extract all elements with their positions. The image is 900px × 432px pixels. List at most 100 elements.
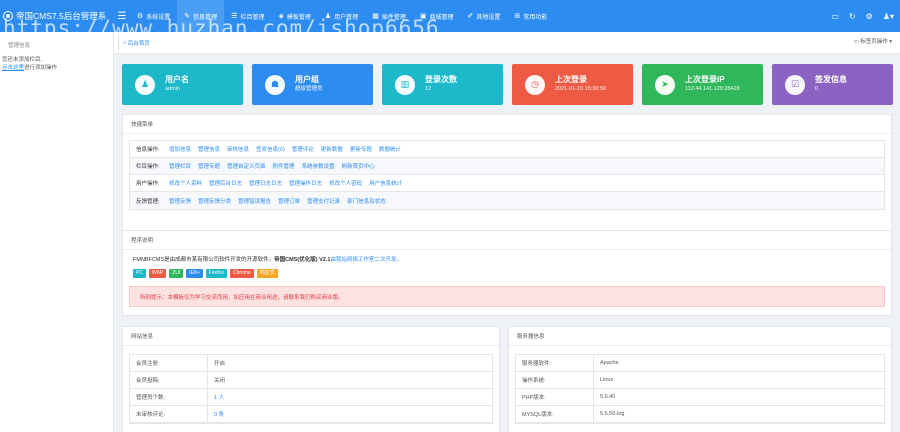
quick-link[interactable]: 管理反馈分类 <box>198 197 231 205</box>
layers-icon: ◈ <box>278 13 284 20</box>
quick-link[interactable]: 管理专题 <box>198 162 220 170</box>
nav-item-grid[interactable]: ⊞ 常用功能 <box>507 0 554 32</box>
card-value: 112.44.141.129:28428 <box>685 86 740 92</box>
quick-link[interactable]: 审核信息 <box>227 145 249 153</box>
table-row: 管理员个数: 1 人 <box>130 388 492 406</box>
tab-operations-dropdown[interactable]: ▭ 标签页操作 ▾ <box>853 37 892 45</box>
quick-link[interactable]: 管理日志日志 <box>249 179 282 187</box>
quick-row-label: 用户操作: <box>136 181 160 187</box>
tab-home-label: 后台首页 <box>127 40 150 47</box>
program-info-panel: 程序说明 FMNBFCMS是由成都市某有限公司软件开发的开源软件。帝国CMS(优… <box>122 230 892 316</box>
card-value: 12 <box>425 86 432 92</box>
brand-title: 帝国CMS7.5后台管理系 <box>16 11 107 21</box>
program-info-title: 程序说明 <box>123 231 891 250</box>
menu-toggle-icon[interactable]: ☰ <box>114 0 130 32</box>
quick-link[interactable]: 管理评论 <box>292 145 314 153</box>
stat-card: ♟ 用户名 admin <box>122 64 243 105</box>
user-menu-icon[interactable]: ♟▾ <box>883 12 894 21</box>
card-title: 上次登录IP <box>685 75 725 84</box>
quick-link[interactable]: 管理反馈 <box>169 197 191 205</box>
row-key: MYSQL版本: <box>516 405 594 423</box>
navigation-icon: ➤ <box>655 74 675 95</box>
quick-menu-row: 信息操作: 增加信息 管理信息 审核信息 签发信息(0) 管理评论 更新数据 更新专题 数据统计 <box>130 141 884 158</box>
nav-item-plugin[interactable]: ▦ 插件管理 <box>365 0 413 32</box>
quick-link[interactable]: 管理订单 <box>278 197 300 205</box>
quick-link[interactable]: 签发信息(0) <box>256 145 285 153</box>
table-row: 未审核评论: 0 条 <box>130 405 492 423</box>
monitor-icon[interactable]: ▭ <box>831 12 839 21</box>
tab-home[interactable]: ⌂ 后台首页 <box>118 35 154 50</box>
brand[interactable]: 帝国CMS7.5后台管理系 <box>0 0 114 32</box>
sidebar: 管理信息 您还未添加栏目, 点击这里进行添加操作 <box>0 32 114 432</box>
nav-item-label: 信息管理 <box>193 14 218 21</box>
card-title: 签发信息 <box>815 75 847 84</box>
edit-icon: ✎ <box>184 13 191 20</box>
quick-link[interactable]: 系统参数设置 <box>302 162 335 170</box>
quick-link[interactable]: 增加信息 <box>169 145 191 153</box>
table-row: 操作系统: Linux <box>516 371 884 389</box>
quick-link[interactable]: 用户信息统计 <box>369 179 402 187</box>
users-icon: ☗ <box>265 74 285 95</box>
quick-menu-row: 反馈管理: 管理反馈 管理反馈分类 管理错误报告 管理订单 管理支付记录 部门信息及状态 <box>130 192 884 209</box>
quick-link[interactable]: 管理自定义页面 <box>227 162 266 170</box>
quick-link[interactable]: 刷新首页中心 <box>342 162 375 170</box>
nav-item-list[interactable]: ☰ 栏目管理 <box>224 0 271 32</box>
row-key: 管理员个数: <box>130 388 208 406</box>
server-info-table: 服务器软件: Apache 操作系统: Linux PHP版本: 5.6.40 MYSQL版… <box>515 354 885 424</box>
server-info-title: 服务器信息 <box>509 327 891 346</box>
website-info-table: 会员注册: 开启 会员投稿: 关闭 管理员个数: 1 人未审核评论: 0 条 <box>129 354 493 424</box>
table-row: MYSQL版本: 5.6.50-log <box>516 405 884 423</box>
quick-link[interactable]: 附件管理 <box>273 162 295 170</box>
server-info-panel: 服务器信息 服务器软件: Apache 操作系统: Linux PHP版本: 5.6.40… <box>508 326 892 432</box>
quick-link[interactable]: 更新专题 <box>350 145 372 153</box>
compat-tag: PC <box>133 269 146 278</box>
quick-link[interactable]: 管理错误报告 <box>238 197 271 205</box>
nav-item-wrench[interactable]: ✐ 其他设置 <box>460 0 507 32</box>
quick-link[interactable]: 管理支付记录 <box>307 197 340 205</box>
stat-card: ☗ 用户组 超级管理员 <box>252 64 373 105</box>
stat-cards: ♟ 用户名 admin ☗ 用户组 超级管理员 ▥ 登录次数 12 ◷ 上次登录 2021-01-15… <box>122 64 893 105</box>
quick-link[interactable]: 更新数据 <box>321 145 343 153</box>
quick-link[interactable]: 修改个人资料 <box>169 179 202 187</box>
nav-item-layers[interactable]: ◈ 模板管理 <box>271 0 317 32</box>
top-navbar: 帝国CMS7.5后台管理系 ☰ ⚙ 系统设置 ✎ 信息管理 ☰ 栏目管理 ◈ 模板管理 ♟ 用户管… <box>0 0 900 32</box>
alert-notice: 特别提示：本模板仅为学习交流而用，如应用在商业用途，请联系我们购买商业版。 <box>129 286 885 307</box>
sidebar-message: 您还未添加栏目, 点击这里进行添加操作 <box>0 49 113 72</box>
list-icon: ☰ <box>231 13 238 20</box>
wrench-icon: ✐ <box>467 13 474 20</box>
compat-tag: IE8+ <box>186 269 203 278</box>
top-right-tools: ▭ ↻ ⚙ ♟▾ <box>831 0 894 32</box>
row-value: 开启 <box>214 361 226 367</box>
website-info-panel: 网站信息 会员注册: 开启 会员投稿: 关闭 管理员个数: 1 人未审核评论: 0 条 <box>122 326 500 432</box>
nav-item-edit[interactable]: ✎ 信息管理 <box>177 0 225 32</box>
nav-item-user[interactable]: ♟ 用户管理 <box>318 0 365 32</box>
compat-tag: ZUI <box>169 269 184 278</box>
card-title: 用户名 <box>165 75 189 84</box>
add-column-link[interactable]: 点击这里 <box>2 65 24 71</box>
settings-icon[interactable]: ⚙ <box>866 12 873 21</box>
nav-item-shop[interactable]: ▣ 商城管理 <box>413 0 461 32</box>
table-row: PHP版本: 5.6.40 <box>516 388 884 406</box>
nav-item-label: 常用功能 <box>523 14 548 21</box>
nav-item-gear[interactable]: ⚙ 系统设置 <box>130 0 177 32</box>
quick-link[interactable]: 数据统计 <box>379 145 401 153</box>
quick-link[interactable]: 管理栏目 <box>169 162 191 170</box>
stat-card: ◷ 上次登录 2021-01-15 15:30:50 <box>512 64 633 105</box>
compat-tags: PC WAP ZUI IE8+ Firefox Chrome 响应式 <box>133 269 881 278</box>
quick-link[interactable]: 管理后台日志 <box>209 179 242 187</box>
stat-card: ▥ 登录次数 12 <box>382 64 503 105</box>
refresh-icon[interactable]: ↻ <box>849 12 856 21</box>
table-row: 会员投稿: 关闭 <box>130 371 492 389</box>
quick-menu-table: 信息操作: 增加信息 管理信息 审核信息 签发信息(0) 管理评论 更新数据 更新专题 数据统计… <box>129 140 885 210</box>
card-value: 2021-01-15 15:30:50 <box>555 86 607 92</box>
user-icon: ♟ <box>135 74 155 95</box>
quick-link[interactable]: 管理信息 <box>198 145 220 153</box>
row-key: 未审核评论: <box>130 405 208 423</box>
row-key: 会员投稿: <box>130 371 208 389</box>
quick-link[interactable]: 修改个人密码 <box>329 179 362 187</box>
grid-icon: ⊞ <box>514 13 521 20</box>
quick-link[interactable]: 管理操作日志 <box>289 179 322 187</box>
intro-suffix: 由我站网络工作室二次开发。 <box>330 257 402 263</box>
quick-link[interactable]: 部门信息及状态 <box>347 197 386 205</box>
plugin-icon: ▦ <box>372 13 379 20</box>
